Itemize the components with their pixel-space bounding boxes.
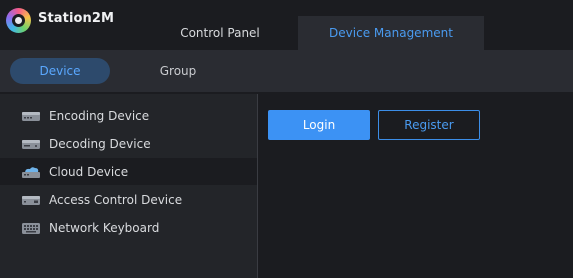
cloud-device-icon [22,166,40,178]
sub-navigation: Device Group [0,50,573,92]
encoder-icon [22,111,40,121]
sidebar-item-label: Cloud Device [49,164,129,179]
subtab-device[interactable]: Device [10,58,110,84]
tab-device-management[interactable]: Device Management [298,16,484,50]
device-type-sidebar: Encoding Device Decoding Device Cloud De… [0,94,257,278]
sidebar-item-network-keyboard[interactable]: Network Keyboard [0,214,257,241]
sidebar-item-label: Access Control Device [49,192,183,207]
app-logo-icon [6,8,31,33]
sidebar-item-encoding-device[interactable]: Encoding Device [0,102,257,129]
login-button[interactable]: Login [268,110,370,140]
sidebar-item-label: Decoding Device [49,136,151,151]
device-panel: Login Register [258,94,573,278]
sidebar-item-decoding-device[interactable]: Decoding Device [0,130,257,157]
access-control-icon [22,195,40,205]
sidebar-item-cloud-device[interactable]: Cloud Device [0,158,257,185]
tab-control-panel[interactable]: Control Panel [142,16,298,50]
title-bar: Station2M Control Panel Device Managemen… [0,0,573,50]
sidebar-item-label: Network Keyboard [49,220,160,235]
app-name: Station2M [38,11,115,26]
sidebar-item-label: Encoding Device [49,108,150,123]
subtab-group[interactable]: Group [128,58,228,84]
register-button[interactable]: Register [378,110,480,140]
decoder-icon [22,139,40,149]
sidebar-item-access-control-device[interactable]: Access Control Device [0,186,257,213]
keyboard-icon [22,222,40,234]
